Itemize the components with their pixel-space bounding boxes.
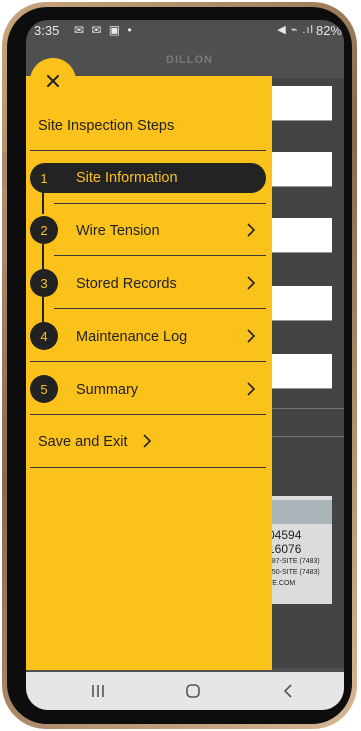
home-button[interactable]: [183, 682, 203, 700]
divider: [54, 255, 266, 256]
app-logo: DILLON: [166, 54, 213, 66]
step-connector: [42, 192, 44, 214]
step-label: Site Information: [76, 170, 178, 186]
recents-icon: [92, 685, 104, 697]
photo-text-line: 487-SITE (7483): [268, 558, 320, 565]
step-number: 5: [30, 375, 58, 403]
photo-text-line: 04594: [268, 528, 302, 542]
save-and-exit-button[interactable]: Save and Exit: [38, 434, 127, 450]
home-icon: [186, 684, 200, 698]
divider: [54, 203, 266, 204]
divider: [266, 436, 344, 437]
chevron-right-icon[interactable]: [245, 222, 257, 238]
close-button[interactable]: [30, 58, 76, 104]
step-item-stored-records[interactable]: Stored Records: [76, 276, 177, 292]
signal-icons: ◀ ⌁ .ıl: [277, 24, 314, 36]
step-number: 1: [40, 170, 48, 186]
form-field[interactable]: [266, 218, 332, 253]
chevron-right-icon[interactable]: [141, 433, 153, 449]
form-field[interactable]: [266, 286, 332, 321]
photo-text-line: 16076: [268, 542, 302, 556]
back-button[interactable]: [278, 682, 298, 700]
step-item-summary[interactable]: Summary: [76, 382, 138, 398]
divider: [30, 150, 266, 151]
step-number: 2: [30, 216, 58, 244]
recents-button[interactable]: [88, 682, 108, 700]
navigation-bar: [26, 672, 344, 710]
site-sign-photo: 04594 16076 487-SITE (7483) 950-SITE (74…: [266, 496, 332, 604]
photo-text-line: 950-SITE (7483): [268, 569, 320, 576]
notification-icons: ✉ ✉ ▣ •: [74, 23, 134, 37]
step-item-wire-tension[interactable]: Wire Tension: [76, 223, 160, 239]
divider: [30, 361, 266, 362]
photo-text-line: TE.COM: [268, 580, 296, 587]
status-bar: 3:35 ✉ ✉ ▣ • ◀ ⌁ .ıl 82%: [26, 20, 344, 42]
divider: [30, 414, 266, 415]
chevron-right-icon[interactable]: [245, 381, 257, 397]
form-field[interactable]: [266, 86, 332, 121]
chevron-right-icon[interactable]: [245, 275, 257, 291]
step-connector: [42, 244, 44, 270]
chevron-right-icon[interactable]: [245, 328, 257, 344]
divider: [30, 467, 266, 468]
divider: [266, 408, 344, 409]
close-icon: [47, 75, 59, 87]
form-field[interactable]: [266, 354, 332, 389]
status-time: 3:35: [34, 23, 60, 38]
step-number: 4: [30, 322, 58, 350]
step-item-maintenance-log[interactable]: Maintenance Log: [76, 329, 187, 345]
battery-level: 82%: [315, 23, 342, 38]
photo-fence: [266, 500, 332, 524]
drawer-title: Site Inspection Steps: [38, 118, 175, 134]
step-number: 3: [30, 269, 58, 297]
back-icon: [283, 684, 292, 698]
step-connector: [42, 297, 44, 323]
form-field[interactable]: [266, 152, 332, 187]
divider: [54, 308, 266, 309]
screen: 3:35 ✉ ✉ ▣ • ◀ ⌁ .ıl 82% DILLON 04594 16…: [26, 20, 344, 710]
